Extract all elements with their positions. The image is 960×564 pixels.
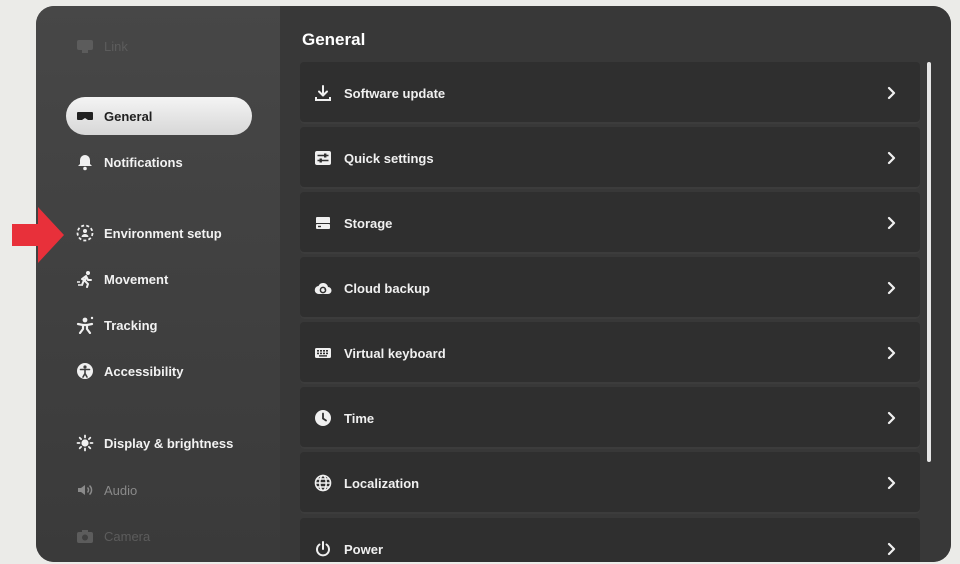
- row-label: Storage: [344, 215, 393, 231]
- clock-icon: [314, 409, 332, 427]
- sidebar-item-movement[interactable]: Movement: [66, 260, 252, 298]
- accessibility-icon: [76, 362, 94, 380]
- chevron-right-icon: [886, 216, 898, 230]
- row-label: Localization: [344, 475, 420, 491]
- row-label: Virtual keyboard: [344, 345, 446, 361]
- sidebar-item-label: Display & brightness: [104, 435, 234, 451]
- power-icon: [314, 540, 332, 558]
- row-cloud-backup[interactable]: Cloud backup: [300, 257, 920, 319]
- row-quick-settings[interactable]: Quick settings: [300, 127, 920, 189]
- sidebar-item-label: Tracking: [104, 317, 158, 333]
- speaker-icon: [76, 481, 94, 499]
- chevron-right-icon: [886, 86, 898, 100]
- row-label: Time: [344, 410, 375, 426]
- chevron-right-icon: [886, 281, 898, 295]
- sidebar-item-label: Link: [104, 38, 128, 54]
- sidebar-item-label: Notifications: [104, 154, 183, 170]
- row-label: Quick settings: [344, 150, 434, 166]
- sidebar-item-camera[interactable]: Camera: [66, 517, 252, 555]
- link-headset-icon: [76, 37, 94, 55]
- red-pointer-arrow-icon: [12, 207, 64, 263]
- row-storage[interactable]: Storage: [300, 192, 920, 254]
- download-icon: [314, 84, 332, 102]
- sidebar-item-label: General: [104, 108, 153, 124]
- chevron-right-icon: [886, 411, 898, 425]
- cloud-backup-icon: [314, 279, 332, 297]
- headset-icon: [76, 107, 94, 125]
- sidebar-item-label: Camera: [104, 528, 151, 544]
- storage-icon: [314, 214, 332, 232]
- row-label: Software update: [344, 85, 446, 101]
- settings-window: Link General Notifications Environment s…: [36, 6, 951, 562]
- camera-icon: [76, 527, 94, 545]
- row-software-update[interactable]: Software update: [300, 62, 920, 124]
- row-localization[interactable]: Localization: [300, 452, 920, 514]
- sidebar-item-display-brightness[interactable]: Display & brightness: [66, 424, 252, 462]
- chevron-right-icon: [886, 346, 898, 360]
- sidebar-item-general[interactable]: General: [66, 97, 252, 135]
- sidebar-item-tracking[interactable]: Tracking: [66, 306, 252, 344]
- sliders-icon: [314, 149, 332, 167]
- scrollbar[interactable]: [927, 62, 931, 462]
- sidebar-item-label: Environment setup: [104, 225, 222, 241]
- tracking-person-icon: [76, 316, 94, 334]
- sidebar-item-label: Audio: [104, 482, 138, 498]
- sidebar-item-label: Accessibility: [104, 363, 184, 379]
- main-panel: General Software update Quick settings S…: [280, 6, 951, 562]
- sun-icon: [76, 434, 94, 452]
- keyboard-icon: [314, 344, 332, 362]
- row-virtual-keyboard[interactable]: Virtual keyboard: [300, 322, 920, 384]
- sidebar-item-notifications[interactable]: Notifications: [66, 143, 252, 181]
- sidebar-item-accessibility[interactable]: Accessibility: [66, 352, 252, 390]
- sidebar: Link General Notifications Environment s…: [36, 6, 280, 562]
- sidebar-item-label: Movement: [104, 271, 169, 287]
- row-power[interactable]: Power: [300, 518, 920, 562]
- environment-icon: [76, 224, 94, 242]
- chevron-right-icon: [886, 151, 898, 165]
- chevron-right-icon: [886, 542, 898, 556]
- sidebar-item-audio[interactable]: Audio: [66, 471, 252, 509]
- page-title: General: [302, 30, 366, 49]
- running-person-icon: [76, 270, 94, 288]
- sidebar-item-link[interactable]: Link: [66, 27, 252, 65]
- row-label: Power: [344, 541, 384, 557]
- chevron-right-icon: [886, 476, 898, 490]
- row-label: Cloud backup: [344, 280, 430, 296]
- sidebar-item-environment-setup[interactable]: Environment setup: [66, 214, 252, 252]
- bell-icon: [76, 153, 94, 171]
- globe-icon: [314, 474, 332, 492]
- row-time[interactable]: Time: [300, 387, 920, 449]
